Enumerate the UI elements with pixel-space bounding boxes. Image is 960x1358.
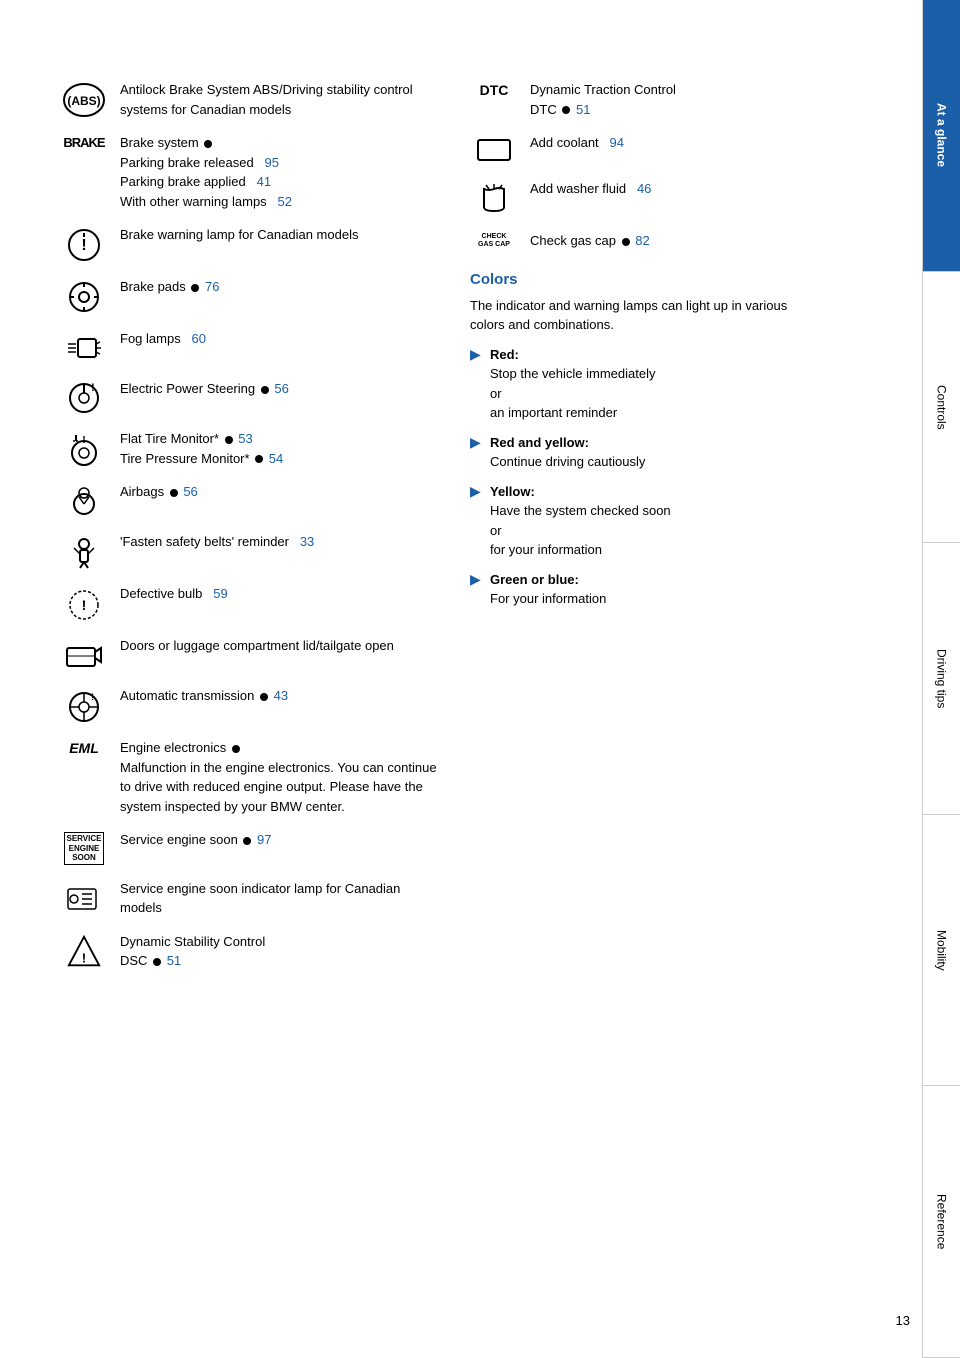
service-engine-icon: SERVICEENGINESOON [60, 830, 108, 865]
sidebar-section-mobility[interactable]: Mobility [923, 815, 960, 1087]
colors-intro: The indicator and warning lamps can ligh… [470, 296, 810, 335]
colors-title: Colors [470, 271, 810, 288]
svg-text:!: ! [82, 435, 85, 446]
seatbelts-icon [60, 532, 108, 570]
entry-brake-pads: Brake pads 76 [60, 277, 440, 315]
arrow-icon-yellow: ▶ [470, 483, 484, 500]
entry-seatbelts: 'Fasten safety belts' reminder 33 [60, 532, 440, 570]
entry-service-engine: SERVICEENGINESOON Service engine soon 97 [60, 830, 440, 865]
color-red-text: Red: Stop the vehicle immediately or an … [490, 345, 655, 423]
arrow-icon-green-blue: ▶ [470, 571, 484, 588]
tire-icon: ! [60, 429, 108, 467]
entry-service-engine-canada: Service engine soon indicator lamp for C… [60, 879, 440, 918]
auto-trans-icon: ! [60, 686, 108, 724]
eml-icon: EML [60, 738, 108, 756]
fog-lamps-text: Fog lamps 60 [120, 329, 440, 349]
entry-brake-warning: ! Brake warning lamp for Canadian models [60, 225, 440, 263]
entry-abs: (ABS) Antilock Brake System ABS/Driving … [60, 80, 440, 119]
svg-text:!: ! [82, 597, 87, 613]
entry-eps: ! Electric Power Steering 56 [60, 379, 440, 415]
dtc-text: Dynamic Traction Control DTC 51 [530, 80, 810, 119]
color-green-blue-text: Green or blue: For your information [490, 570, 606, 609]
sidebar-section-driving-tips[interactable]: Driving tips [923, 543, 960, 815]
brake-text: Brake system Parking brake released 95 P… [120, 133, 440, 211]
doors-icon [60, 636, 108, 672]
defective-bulb-text: Defective bulb 59 [120, 584, 440, 604]
entry-dtc: DTC Dynamic Traction Control DTC 51 [470, 80, 810, 119]
defective-bulb-icon: ! [60, 584, 108, 622]
add-washer-icon [470, 179, 518, 217]
check-gas-icon: CHECKGAS CAP [470, 231, 518, 250]
brake-pads-text: Brake pads 76 [120, 277, 440, 297]
color-yellow: ▶ Yellow: Have the system checked soon o… [470, 482, 810, 560]
entry-brake: BRAKE Brake system Parking brake release… [60, 133, 440, 211]
dsc-icon: ! [60, 932, 108, 970]
abs-icon: (ABS) [60, 80, 108, 118]
entry-fog-lamps: Fog lamps 60 [60, 329, 440, 365]
abs-text: Antilock Brake System ABS/Driving stabil… [120, 80, 440, 119]
colors-section: Colors The indicator and warning lamps c… [470, 271, 810, 609]
page-number: 13 [896, 1313, 910, 1328]
entry-dsc: ! Dynamic Stability Control DSC 51 [60, 932, 440, 971]
color-yellow-text: Yellow: Have the system checked soon or … [490, 482, 671, 560]
fog-lamps-icon [60, 329, 108, 365]
seatbelts-text: 'Fasten safety belts' reminder 33 [120, 532, 440, 552]
add-washer-text: Add washer fluid 46 [530, 179, 810, 199]
eps-text: Electric Power Steering 56 [120, 379, 440, 399]
check-gas-text: Check gas cap 82 [530, 231, 810, 251]
brake-warning-text: Brake warning lamp for Canadian models [120, 225, 440, 245]
service-engine-text: Service engine soon 97 [120, 830, 440, 850]
entry-add-washer: Add washer fluid 46 [470, 179, 810, 217]
arrow-icon-red-yellow: ▶ [470, 434, 484, 451]
dtc-icon: DTC [470, 80, 518, 98]
entry-eml: EML Engine electronics Malfunction in th… [60, 738, 440, 816]
eml-text: Engine electronics Malfunction in the en… [120, 738, 440, 816]
color-green-blue: ▶ Green or blue: For your information [470, 570, 810, 609]
airbags-text: Airbags 56 [120, 482, 440, 502]
airbags-icon [60, 482, 108, 518]
entry-add-coolant: Add coolant 94 [470, 133, 810, 165]
color-red: ▶ Red: Stop the vehicle immediately or a… [470, 345, 810, 423]
doors-text: Doors or luggage compartment lid/tailgat… [120, 636, 440, 656]
add-coolant-text: Add coolant 94 [530, 133, 810, 153]
entry-tire: ! Flat Tire Monitor* 53 Tire Pressure Mo… [60, 429, 440, 468]
entry-check-gas: CHECKGAS CAP Check gas cap 82 [470, 231, 810, 251]
add-coolant-icon [470, 133, 518, 165]
eps-icon: ! [60, 379, 108, 415]
svg-text:!: ! [91, 692, 94, 702]
entry-defective-bulb: ! Defective bulb 59 [60, 584, 440, 622]
sidebar-section-reference[interactable]: Reference [923, 1086, 960, 1358]
brake-icon: BRAKE [60, 133, 108, 150]
entry-airbags: Airbags 56 [60, 482, 440, 518]
service-engine-canada-icon [60, 879, 108, 915]
svg-text:!: ! [82, 950, 86, 965]
sidebar-section-at-a-glance[interactable]: At a glance [923, 0, 960, 272]
brake-warning-icon: ! [60, 225, 108, 263]
service-engine-canada-text: Service engine soon indicator lamp for C… [120, 879, 440, 918]
tire-text: Flat Tire Monitor* 53 Tire Pressure Moni… [120, 429, 440, 468]
color-red-yellow-text: Red and yellow: Continue driving cautiou… [490, 433, 645, 472]
svg-text:!: ! [81, 237, 86, 254]
sidebar: At a glance Controls Driving tips Mobili… [922, 0, 960, 1358]
brake-pads-icon [60, 277, 108, 315]
dsc-text: Dynamic Stability Control DSC 51 [120, 932, 440, 971]
auto-trans-text: Automatic transmission 43 [120, 686, 440, 706]
sidebar-section-controls[interactable]: Controls [923, 272, 960, 544]
entry-auto-trans: ! Automatic transmission 43 [60, 686, 440, 724]
arrow-icon-red: ▶ [470, 346, 484, 363]
svg-text:!: ! [91, 382, 95, 394]
color-red-yellow: ▶ Red and yellow: Continue driving cauti… [470, 433, 810, 472]
svg-text:(ABS): (ABS) [67, 94, 100, 108]
entry-doors: Doors or luggage compartment lid/tailgat… [60, 636, 440, 672]
